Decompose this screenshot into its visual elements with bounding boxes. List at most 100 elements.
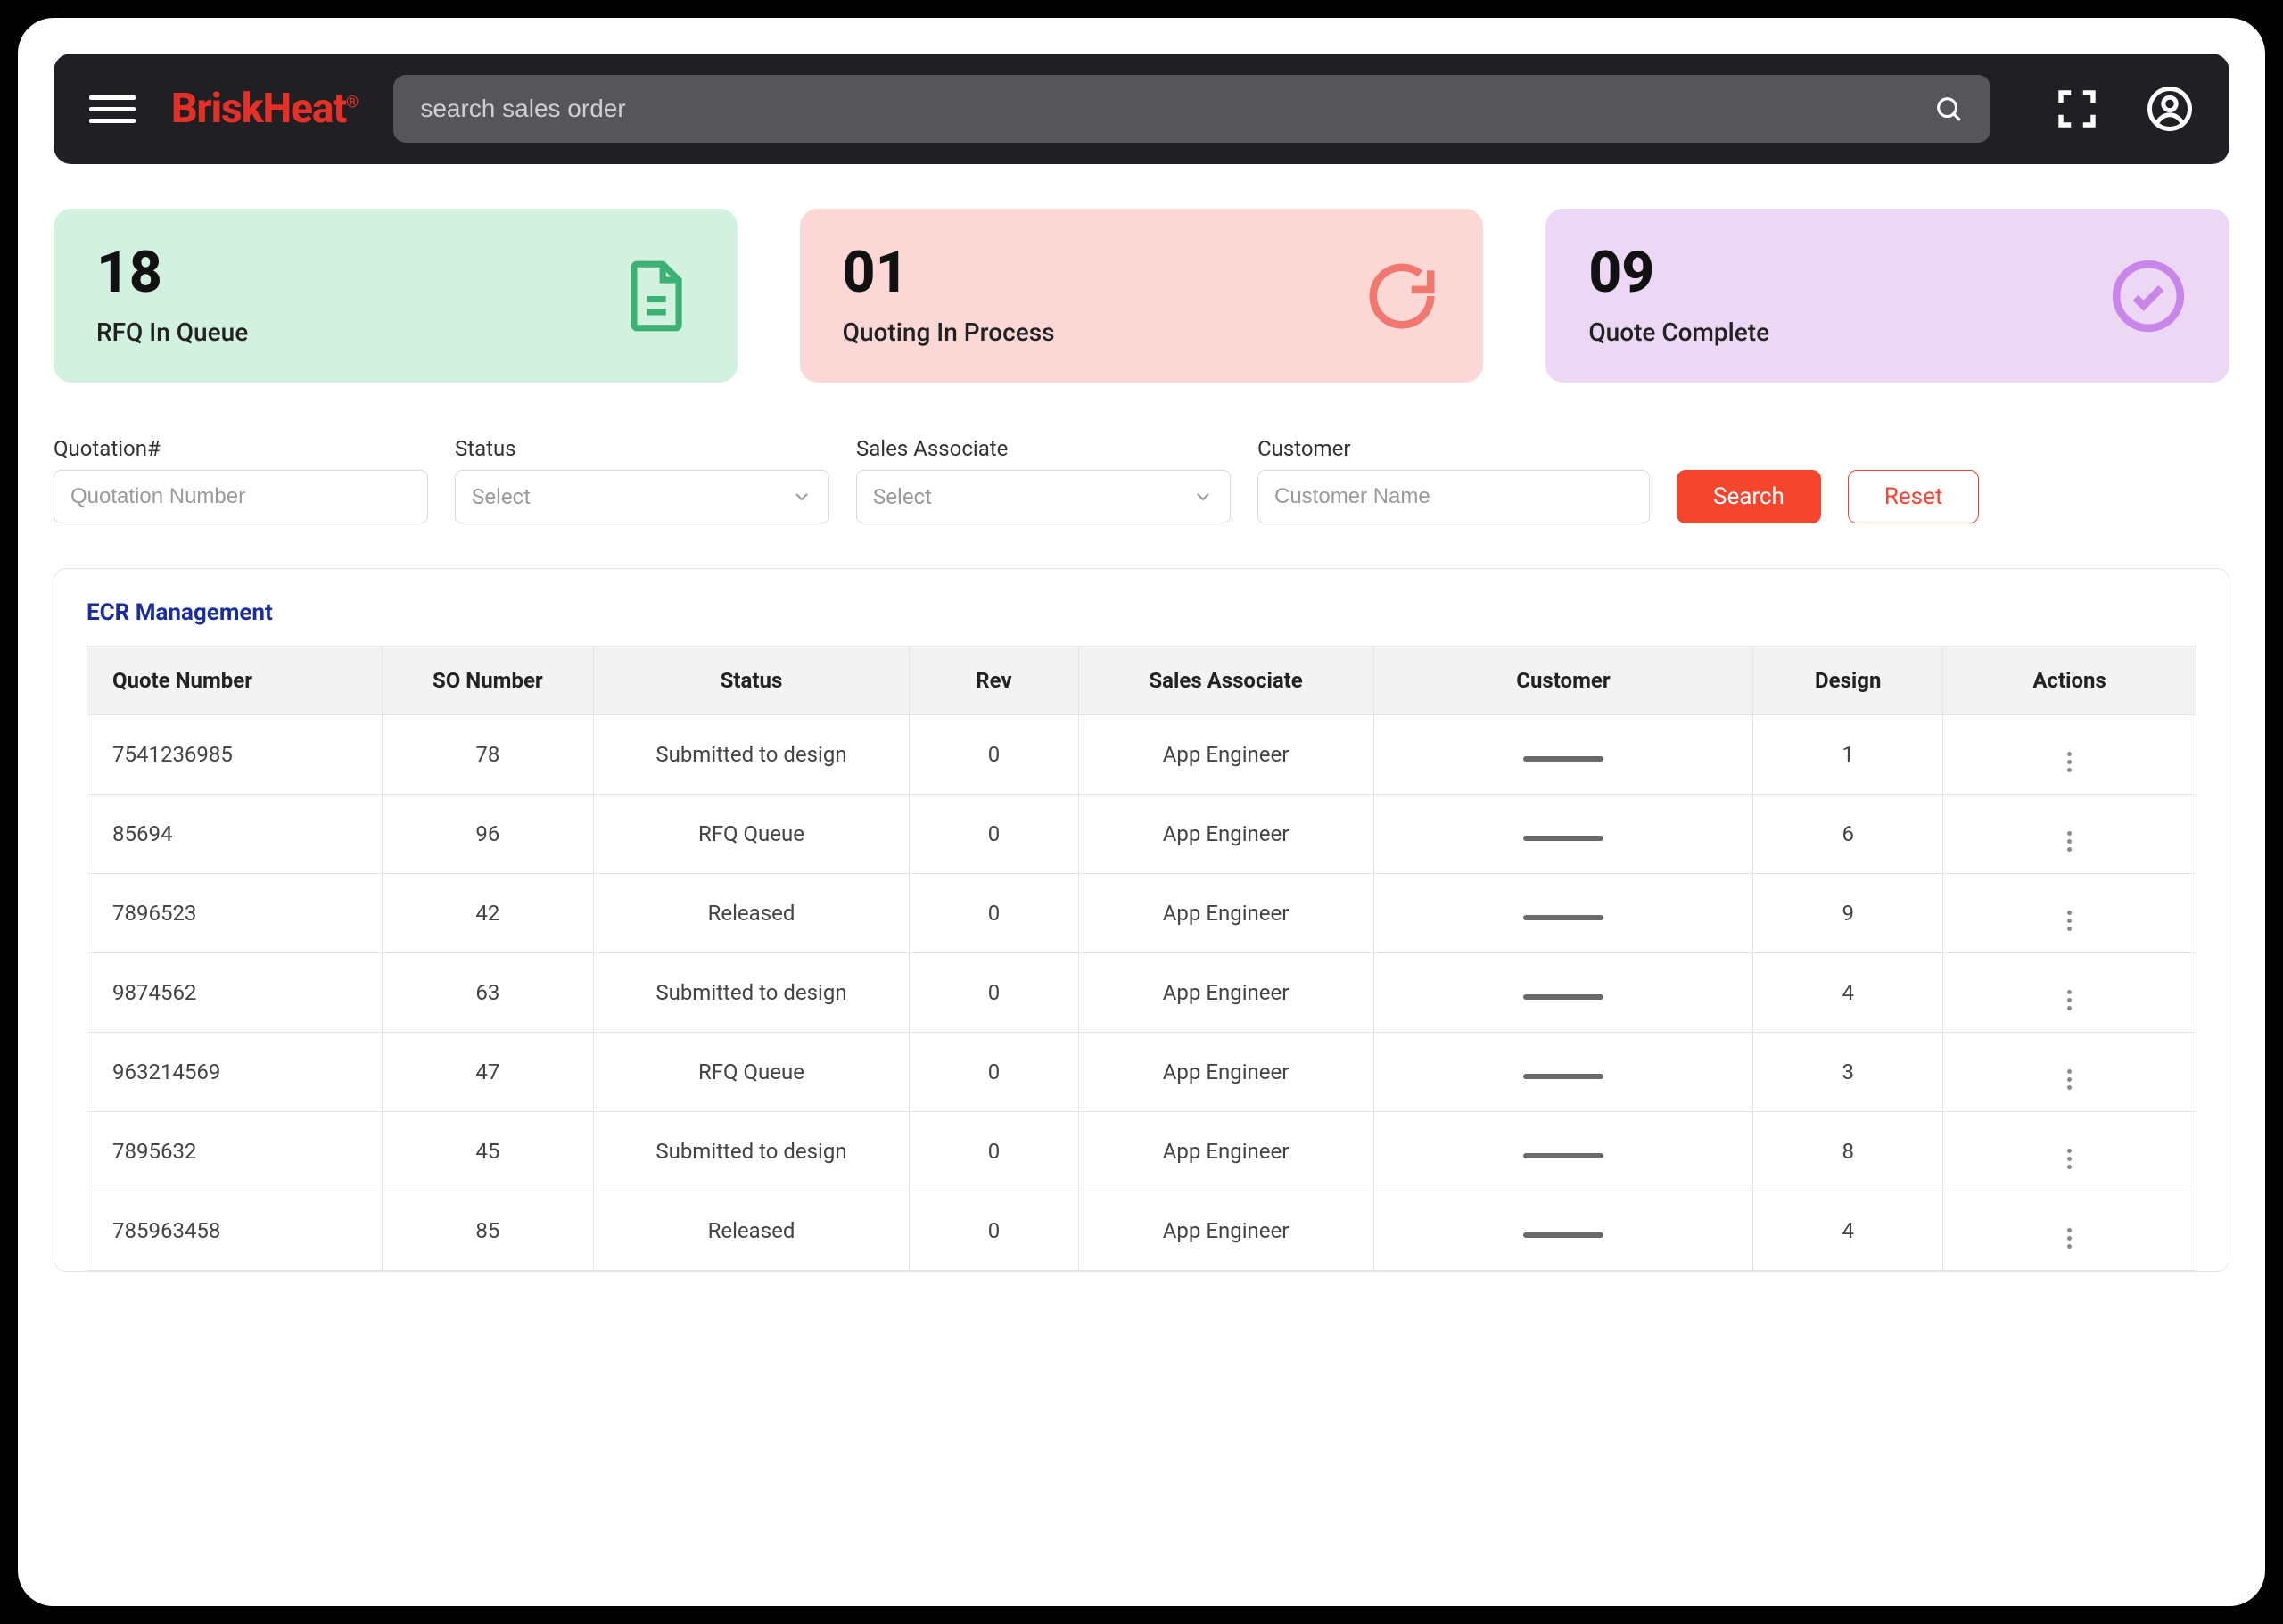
associate-select[interactable]: Select [856,470,1231,523]
customer-placeholder-line [1523,756,1603,762]
cell-quote: 963214569 [87,1033,383,1112]
status-select[interactable]: Select [455,470,829,523]
cell-design: 6 [1753,795,1943,874]
cell-rev: 0 [910,715,1078,795]
ecr-table: Quote Number SO Number Status Rev Sales … [87,646,2196,1271]
more-icon[interactable] [2067,911,2072,931]
more-icon[interactable] [2067,990,2072,1010]
brand-logo: BriskHeat® [171,85,358,133]
refresh-icon [1364,258,1440,334]
cell-associate: App Engineer [1078,953,1373,1033]
card-quote-complete[interactable]: 09 Quote Complete [1545,209,2229,383]
th-customer: Customer [1373,647,1753,715]
cell-design: 8 [1753,1112,1943,1191]
card-rfq-queue[interactable]: 18 RFQ In Queue [54,209,738,383]
cell-actions [1943,874,2196,953]
cell-status: Released [593,874,910,953]
cell-associate: App Engineer [1078,1191,1373,1271]
table-row[interactable]: 754123698578Submitted to design0App Engi… [87,715,2196,795]
cell-quote: 85694 [87,795,383,874]
cell-rev: 0 [910,1112,1078,1191]
profile-icon[interactable] [2146,85,2194,133]
cell-quote: 9874562 [87,953,383,1033]
status-label: Status [455,436,829,461]
fullscreen-icon[interactable] [2053,85,2101,133]
table-row[interactable]: 8569496RFQ Queue0App Engineer6 [87,795,2196,874]
more-icon[interactable] [2067,1228,2072,1249]
cell-associate: App Engineer [1078,715,1373,795]
table-row[interactable]: 789563245Submitted to design0App Enginee… [87,1112,2196,1191]
customer-input[interactable] [1274,484,1633,509]
cell-so: 45 [383,1112,594,1191]
table-header-row: Quote Number SO Number Status Rev Sales … [87,647,2196,715]
cell-rev: 0 [910,1033,1078,1112]
cell-so: 85 [383,1191,594,1271]
search-input[interactable] [420,95,1933,123]
table-row[interactable]: 789652342Released0App Engineer 9 [87,874,2196,953]
cell-actions [1943,1112,2196,1191]
cell-rev: 0 [910,874,1078,953]
cell-status: RFQ Queue [593,795,910,874]
check-circle-icon [2110,258,2187,334]
th-status: Status [593,647,910,715]
cell-design: 4 [1753,953,1943,1033]
cell-actions [1943,1191,2196,1271]
search-button[interactable]: Search [1677,470,1821,523]
more-icon[interactable] [2067,752,2072,772]
reset-button[interactable]: Reset [1848,470,1980,523]
cell-quote: 7895632 [87,1112,383,1191]
card-label: Quoting In Process [843,317,1055,347]
cell-customer [1373,715,1753,795]
customer-label: Customer [1257,436,1650,461]
cell-quote: 785963458 [87,1191,383,1271]
cell-customer [1373,795,1753,874]
more-icon[interactable] [2067,1069,2072,1090]
customer-input-wrap[interactable] [1257,470,1650,523]
customer-placeholder-line [1523,994,1603,1000]
cell-rev: 0 [910,795,1078,874]
cell-design: 4 [1753,1191,1943,1271]
card-label: Quote Complete [1588,317,1769,347]
quotation-label: Quotation# [54,436,428,461]
cell-customer [1373,1033,1753,1112]
card-value: 01 [843,244,1055,301]
more-icon[interactable] [2067,831,2072,852]
cell-design: 3 [1753,1033,1943,1112]
cell-actions [1943,795,2196,874]
cell-so: 42 [383,874,594,953]
card-value: 18 [96,244,248,301]
th-design: Design [1753,647,1943,715]
card-label: RFQ In Queue [96,317,248,347]
th-so-number: SO Number [383,647,594,715]
cell-actions [1943,953,2196,1033]
cell-rev: 0 [910,1191,1078,1271]
cell-status: Submitted to design [593,1112,910,1191]
cell-so: 63 [383,953,594,1033]
quotation-input-wrap[interactable] [54,470,428,523]
search-icon[interactable] [1933,94,1964,124]
cell-quote: 7896523 [87,874,383,953]
app-header: BriskHeat® [54,54,2229,164]
cell-design: 1 [1753,715,1943,795]
cell-design: 9 [1753,874,1943,953]
table-row[interactable]: 987456263Submitted to design0App Enginee… [87,953,2196,1033]
cell-status: Released [593,1191,910,1271]
chevron-down-icon [1192,486,1214,507]
more-icon[interactable] [2067,1149,2072,1169]
cell-associate: App Engineer [1078,874,1373,953]
associate-label: Sales Associate [856,436,1231,461]
cell-so: 47 [383,1033,594,1112]
cell-customer [1373,1191,1753,1271]
table-row[interactable]: 96321456947RFQ Queue0App Engineer3 [87,1033,2196,1112]
card-quoting-process[interactable]: 01 Quoting In Process [800,209,1484,383]
quotation-input[interactable] [70,484,411,509]
table-row[interactable]: 78596345885Released0App Engineer 4 [87,1191,2196,1271]
app-frame: BriskHeat® 18 RFQ In Queue [18,18,2265,1606]
cell-customer [1373,1112,1753,1191]
global-search[interactable] [393,75,1990,143]
th-sales-associate: Sales Associate [1078,647,1373,715]
menu-icon[interactable] [89,86,136,132]
customer-placeholder-line [1523,1153,1603,1158]
cell-associate: App Engineer [1078,1033,1373,1112]
cell-customer [1373,874,1753,953]
